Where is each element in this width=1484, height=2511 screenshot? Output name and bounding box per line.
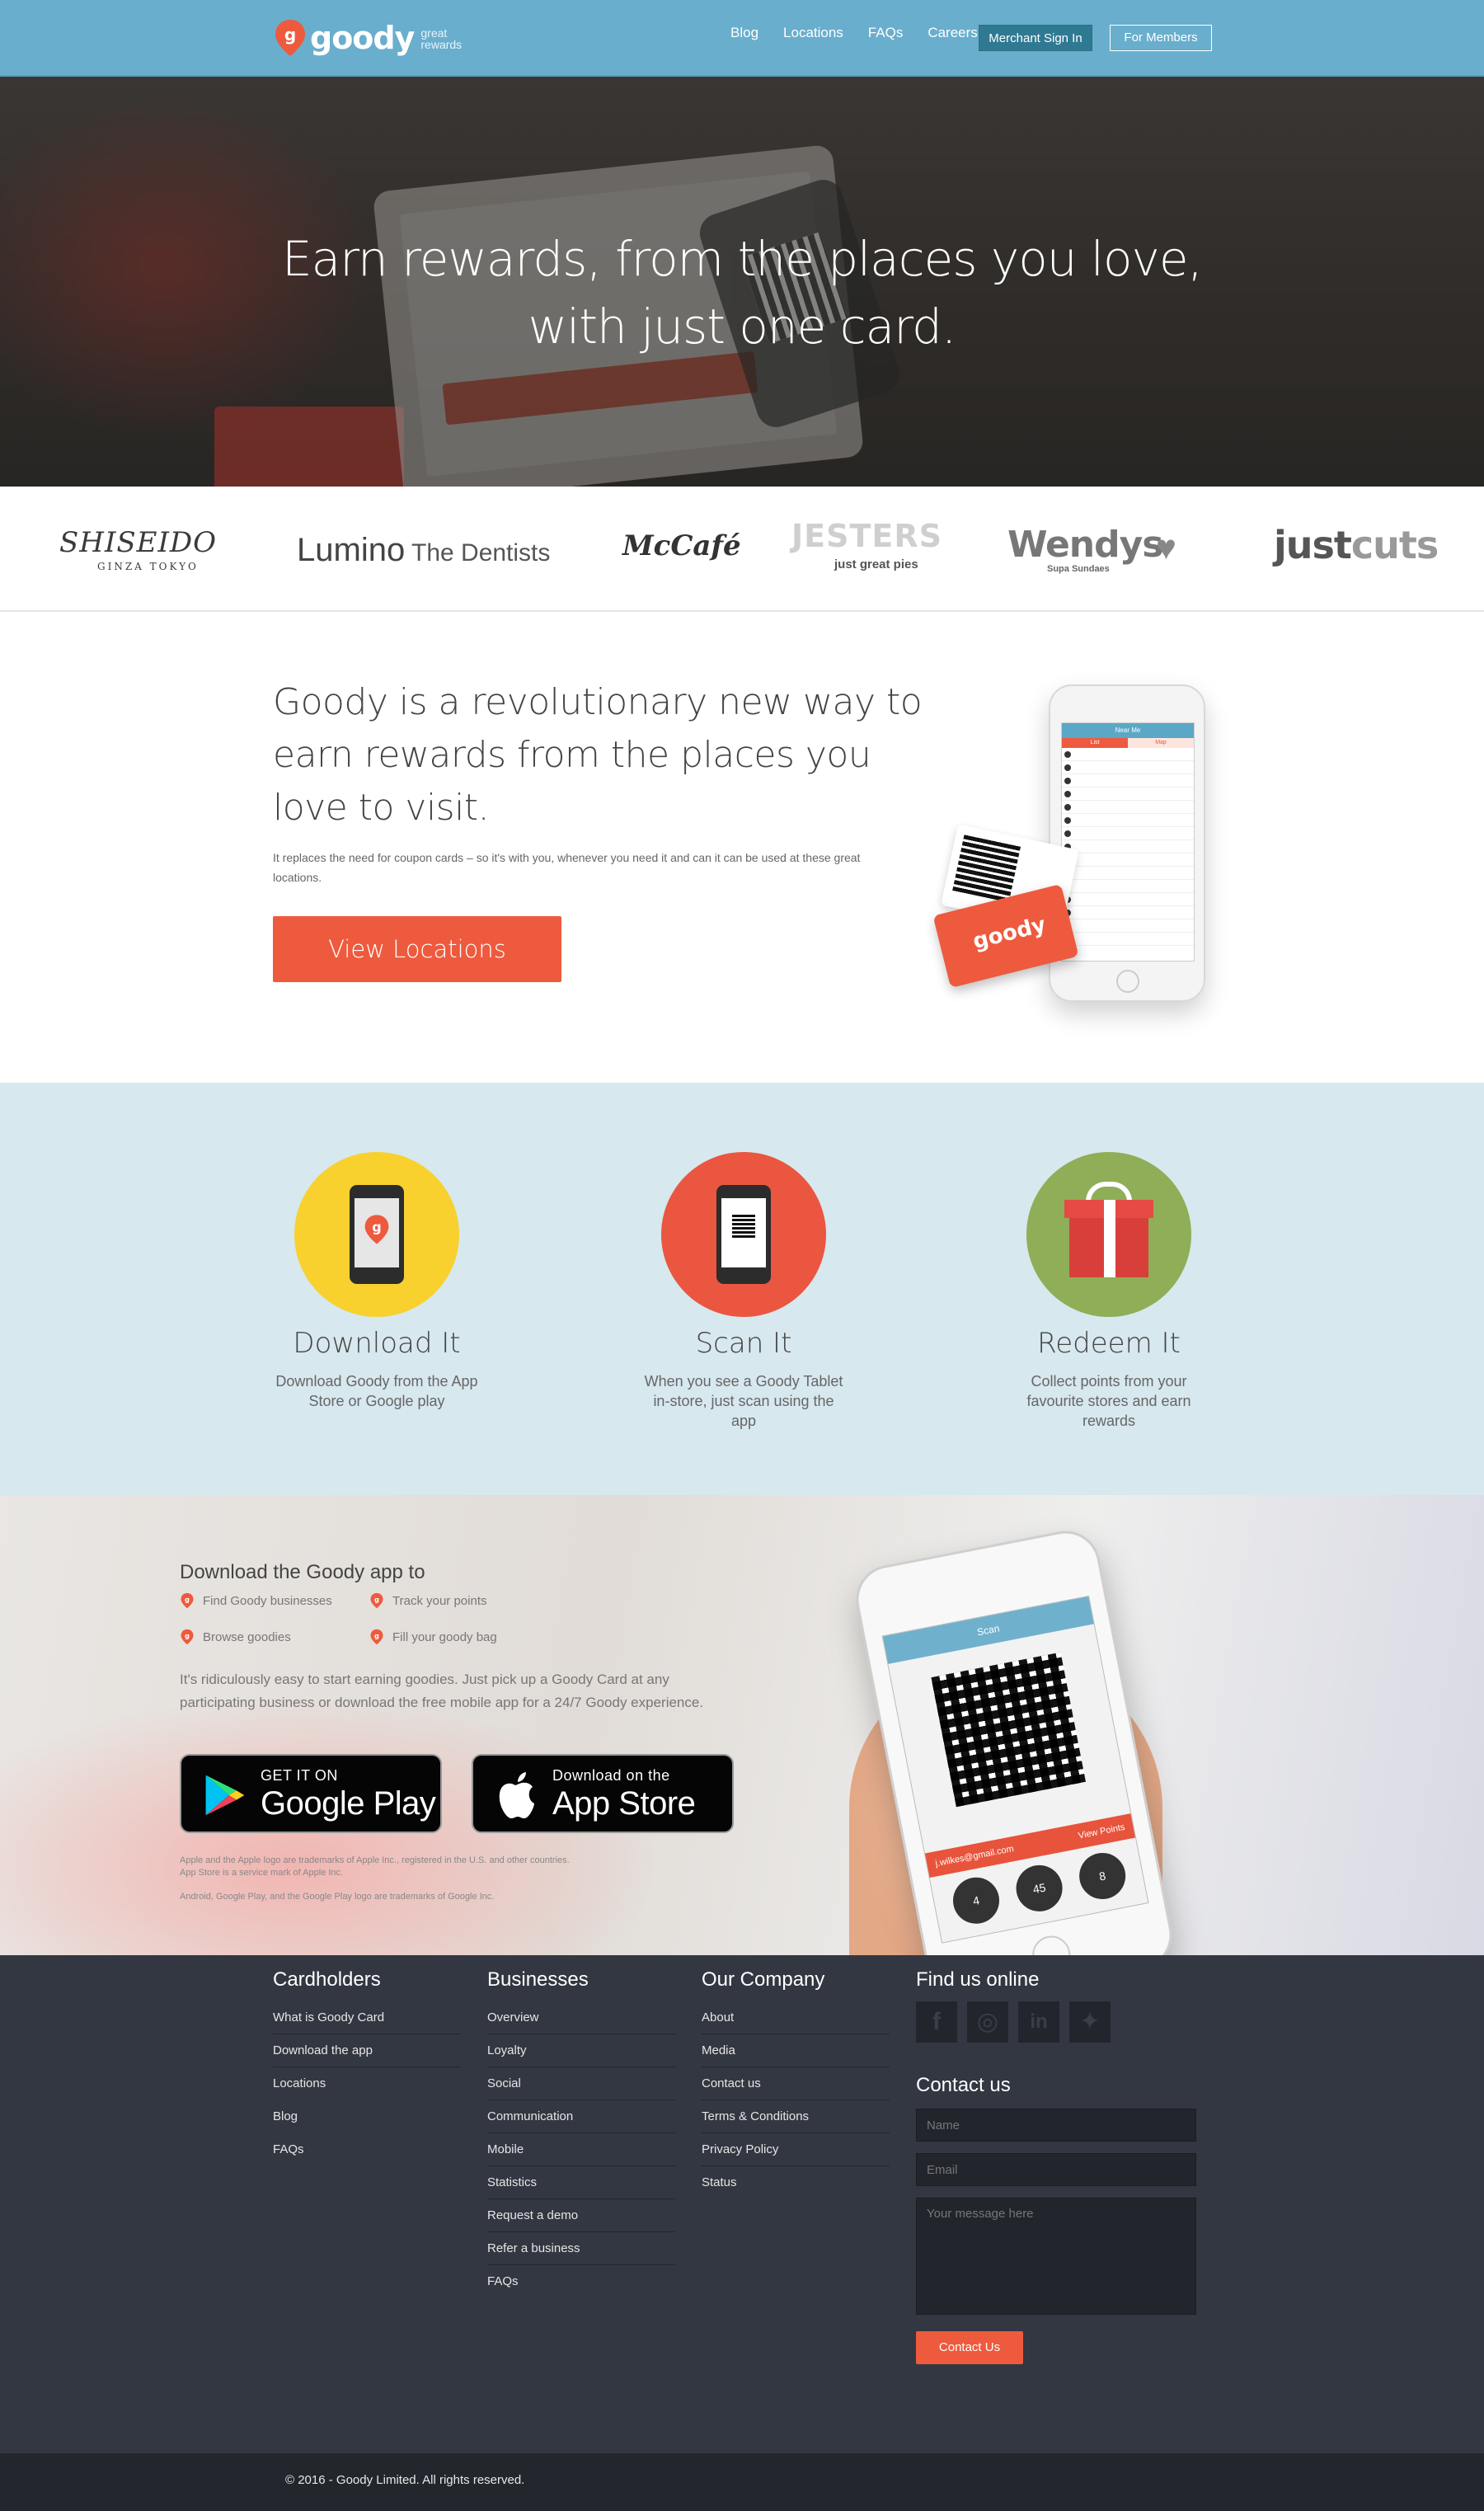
- how-it-works-section: g Download It Download Goody from the Ap…: [0, 1083, 1484, 1495]
- svg-text:g: g: [372, 1219, 381, 1234]
- feature-item: g Fill your goody bag: [369, 1629, 497, 1645]
- svg-text:g: g: [185, 1595, 190, 1603]
- facebook-icon[interactable]: f: [916, 2001, 957, 2043]
- google-play-icon: [205, 1775, 245, 1816]
- twitter-icon[interactable]: ✦: [1069, 2001, 1111, 2043]
- feature-item: g Track your points: [369, 1592, 487, 1609]
- footer-link[interactable]: Social: [487, 2067, 675, 2100]
- footer-link[interactable]: Download the app: [273, 2034, 461, 2067]
- contact-us-button[interactable]: Contact Us: [916, 2331, 1023, 2364]
- feature-item: g Browse goodies: [180, 1629, 291, 1645]
- nav-link-faqs[interactable]: FAQs: [868, 25, 904, 41]
- footer: Cardholders What is Goody Card Download …: [0, 1955, 1484, 2453]
- hero-title: Earn rewards, from the places you love, w…: [282, 231, 1203, 355]
- svg-text:g: g: [374, 1595, 379, 1603]
- nav-links: Blog Locations FAQs Careers: [730, 25, 1003, 41]
- logo-word: goody: [310, 20, 415, 56]
- qr-code-image: [931, 1652, 1086, 1808]
- apple-icon: [499, 1772, 534, 1818]
- footer-link[interactable]: Refer a business: [487, 2232, 675, 2265]
- heart-icon: ♥: [1156, 528, 1176, 567]
- intro-title: Goody is a revolutionary new way to earn…: [273, 681, 923, 829]
- jesters-logo: JESTERS: [791, 518, 942, 554]
- legal-apple: Apple and the Apple logo are trademarks …: [180, 1855, 570, 1878]
- wendys-logo: Wendys: [1007, 524, 1163, 566]
- step-title: Redeem It: [1037, 1327, 1181, 1360]
- google-play-button[interactable]: GET IT ON Google Play: [180, 1754, 442, 1833]
- app-description: It's ridiculously easy to start earning …: [180, 1672, 704, 1710]
- copyright-text: © 2016 - Goody Limited. All rights reser…: [285, 2473, 525, 2487]
- svg-text:g: g: [374, 1631, 379, 1639]
- goody-pin-icon: g: [274, 18, 307, 58]
- merchant-sign-in-button[interactable]: Merchant Sign In: [979, 25, 1092, 51]
- footer-heading: Our Company: [702, 1968, 825, 1991]
- svg-text:g: g: [284, 25, 296, 45]
- goody-pin-icon: g: [370, 1592, 383, 1609]
- logo-tagline: great rewards: [420, 26, 463, 51]
- view-locations-button[interactable]: View Locations: [273, 916, 561, 982]
- shiseido-logo: SHISEIDO: [59, 526, 218, 559]
- footer-link[interactable]: Mobile: [487, 2133, 675, 2166]
- copyright-bar: © 2016 - Goody Limited. All rights reser…: [0, 2453, 1484, 2511]
- footer-link[interactable]: Statistics: [487, 2166, 675, 2199]
- footer-link[interactable]: Loyalty: [487, 2034, 675, 2067]
- hero-banner: Earn rewards, from the places you love, w…: [0, 77, 1484, 487]
- footer-link[interactable]: Blog: [273, 2100, 461, 2133]
- footer-link[interactable]: About: [702, 2001, 890, 2034]
- instagram-icon[interactable]: ◎: [967, 2001, 1008, 2043]
- app-store-button[interactable]: Download on the App Store: [472, 1754, 734, 1833]
- download-app-section: Download the Goody app to g Find Goody b…: [0, 1495, 1484, 1955]
- footer-heading: Find us online: [916, 1968, 1040, 1991]
- footer-link[interactable]: Request a demo: [487, 2199, 675, 2232]
- nav-link-locations[interactable]: Locations: [783, 25, 843, 41]
- name-input[interactable]: Name: [916, 2109, 1196, 2142]
- footer-link[interactable]: Privacy Policy: [702, 2133, 890, 2166]
- footer-link[interactable]: FAQs: [273, 2133, 461, 2166]
- gift-icon: [1026, 1152, 1191, 1317]
- shiseido-logo-sub: GINZA TOKYO: [97, 561, 199, 572]
- for-members-button[interactable]: For Members: [1110, 25, 1212, 51]
- contact-heading: Contact us: [916, 2074, 1011, 2096]
- footer-link[interactable]: What is Goody Card: [273, 2001, 461, 2034]
- footer-link[interactable]: Locations: [273, 2067, 461, 2100]
- nav-link-blog[interactable]: Blog: [730, 25, 758, 41]
- footer-heading: Businesses: [487, 1968, 589, 1991]
- footer-heading: Cardholders: [273, 1968, 381, 1991]
- footer-link[interactable]: Terms & Conditions: [702, 2100, 890, 2133]
- top-navbar: g goody great rewards Blog Locations FAQs…: [0, 0, 1484, 77]
- message-textarea[interactable]: Your message here: [916, 2198, 1196, 2315]
- footer-link[interactable]: Communication: [487, 2100, 675, 2133]
- download-phone-icon: g: [294, 1152, 459, 1317]
- feature-item: g Find Goody businesses: [180, 1592, 332, 1609]
- nav-link-careers[interactable]: Careers: [928, 25, 977, 41]
- step-description: When you see a Goody Tablet in-store, ju…: [644, 1373, 843, 1429]
- justcuts-logo: justcuts: [1274, 523, 1439, 567]
- goody-pin-icon: g: [370, 1629, 383, 1645]
- step-description: Download Goody from the App Store or Goo…: [275, 1373, 478, 1409]
- footer-link[interactable]: Overview: [487, 2001, 675, 2034]
- step-title: Scan It: [695, 1327, 792, 1360]
- mccafe-logo: McCafé: [622, 529, 741, 562]
- goody-logo[interactable]: g goody great rewards: [274, 16, 462, 59]
- email-input[interactable]: Email: [916, 2153, 1196, 2186]
- brand-logos-strip: SHISEIDO GINZA TOKYO Lumino The Dentists…: [0, 487, 1484, 612]
- goody-pin-icon: g: [181, 1629, 194, 1645]
- wendys-logo-sub: Supa Sundaes: [1047, 564, 1110, 574]
- intro-text: It replaces the need for coupon cards – …: [273, 851, 861, 884]
- step-title: Download It: [293, 1327, 461, 1360]
- jesters-logo-sub: just great pies: [834, 557, 918, 571]
- footer-link[interactable]: Status: [702, 2166, 890, 2199]
- lumino-logo: Lumino The Dentists: [297, 532, 551, 568]
- legal-google: Android, Google Play, and the Google Pla…: [180, 1892, 495, 1902]
- svg-text:g: g: [185, 1631, 190, 1639]
- footer-link[interactable]: Media: [702, 2034, 890, 2067]
- linkedin-icon[interactable]: in: [1018, 2001, 1059, 2043]
- app-heading: Download the Goody app to: [180, 1561, 425, 1583]
- step-description: Collect points from your favourite store…: [1026, 1373, 1191, 1429]
- scan-phone-icon: [661, 1152, 826, 1317]
- goody-pin-icon: g: [181, 1592, 194, 1609]
- footer-link[interactable]: FAQs: [487, 2265, 675, 2298]
- footer-link[interactable]: Contact us: [702, 2067, 890, 2100]
